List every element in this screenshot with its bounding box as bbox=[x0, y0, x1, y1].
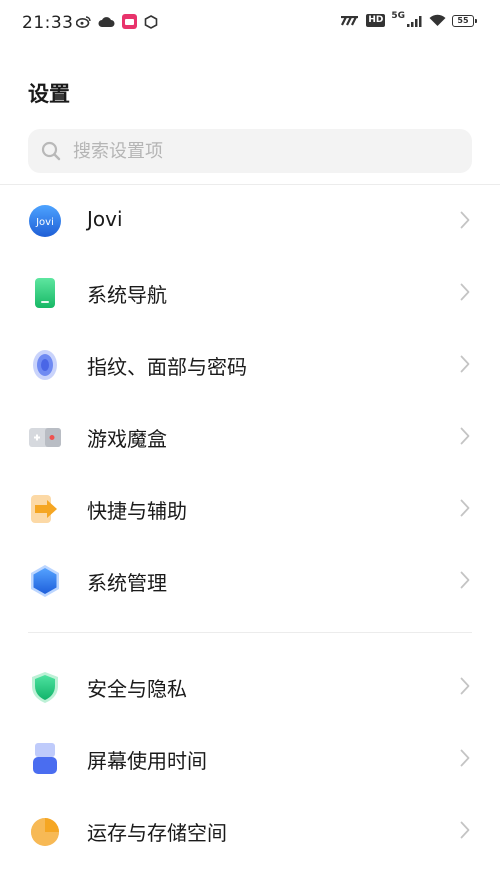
chevron-right-icon bbox=[460, 749, 470, 767]
chevron-right-icon bbox=[460, 499, 470, 517]
chevron-right-icon bbox=[460, 427, 470, 445]
chevron-right-icon bbox=[460, 571, 470, 589]
status-bar: 21:33 HD 5G 55 bbox=[0, 0, 500, 46]
settings-item-system-navigation[interactable]: 系统导航 bbox=[0, 256, 500, 328]
battery-icon: 55 bbox=[452, 14, 477, 27]
settings-item-memory-storage[interactable]: 运存与存储空间 bbox=[0, 794, 500, 866]
phone-navigation-icon bbox=[28, 276, 62, 310]
game-box-icon bbox=[28, 420, 62, 454]
status-time: 21:33 bbox=[22, 13, 74, 33]
chevron-right-icon bbox=[460, 211, 470, 229]
shield-icon bbox=[28, 670, 62, 704]
settings-group-2: 安全与隐私 屏幕使用时间 运存与存储空间 bbox=[0, 650, 500, 866]
settings-item-screen-time[interactable]: 屏幕使用时间 bbox=[0, 722, 500, 794]
settings-item-label: 安全与隐私 bbox=[87, 677, 187, 701]
search-input[interactable] bbox=[71, 139, 455, 163]
chevron-right-icon bbox=[460, 283, 470, 301]
volte-signal-icon bbox=[340, 15, 360, 26]
app-badge-icon bbox=[122, 14, 137, 29]
fingerprint-icon bbox=[28, 348, 62, 382]
chevron-right-icon bbox=[460, 821, 470, 839]
search-icon bbox=[40, 140, 62, 162]
hexagon-icon bbox=[28, 564, 62, 598]
wifi-icon bbox=[429, 14, 446, 27]
settings-item-system-management[interactable]: 系统管理 bbox=[0, 544, 500, 616]
settings-item-label: 屏幕使用时间 bbox=[87, 749, 207, 773]
settings-item-jovi[interactable]: Jovi Jovi bbox=[0, 184, 500, 256]
chevron-right-icon bbox=[460, 677, 470, 695]
settings-group-1: Jovi Jovi 系统导航 指纹、面部与密码 游戏魔盒 快捷与辅助 系统管理 bbox=[0, 184, 500, 616]
search-bar[interactable] bbox=[28, 129, 472, 173]
cloud-icon bbox=[98, 16, 115, 28]
settings-item-security-privacy[interactable]: 安全与隐私 bbox=[0, 650, 500, 722]
hd-icon: HD bbox=[366, 14, 386, 27]
shortcut-arrow-icon bbox=[28, 492, 62, 526]
settings-item-shortcut-assist[interactable]: 快捷与辅助 bbox=[0, 472, 500, 544]
svg-text:Jovi: Jovi bbox=[35, 217, 54, 228]
jovi-icon: Jovi bbox=[28, 204, 62, 238]
circle-icon bbox=[144, 14, 158, 29]
status-left-icons bbox=[76, 14, 158, 29]
settings-item-label: Jovi bbox=[87, 207, 123, 231]
page-title: 设置 bbox=[28, 82, 70, 106]
5g-signal-icon bbox=[407, 15, 423, 27]
group-divider bbox=[28, 632, 472, 633]
settings-item-label: 快捷与辅助 bbox=[87, 499, 187, 523]
5g-label: 5G bbox=[391, 10, 405, 21]
settings-item-label: 运存与存储空间 bbox=[87, 821, 227, 845]
status-right-icons: HD 5G 55 bbox=[340, 10, 477, 27]
settings-item-label: 系统管理 bbox=[87, 571, 167, 595]
weibo-icon bbox=[76, 15, 91, 28]
settings-item-label: 指纹、面部与密码 bbox=[87, 355, 247, 379]
settings-item-fingerprint-face-password[interactable]: 指纹、面部与密码 bbox=[0, 328, 500, 400]
chevron-right-icon bbox=[460, 355, 470, 373]
settings-item-label: 游戏魔盒 bbox=[87, 427, 167, 451]
settings-item-game-box[interactable]: 游戏魔盒 bbox=[0, 400, 500, 472]
settings-item-label: 系统导航 bbox=[87, 283, 167, 307]
hourglass-icon bbox=[28, 742, 62, 776]
pie-chart-icon bbox=[28, 814, 62, 848]
